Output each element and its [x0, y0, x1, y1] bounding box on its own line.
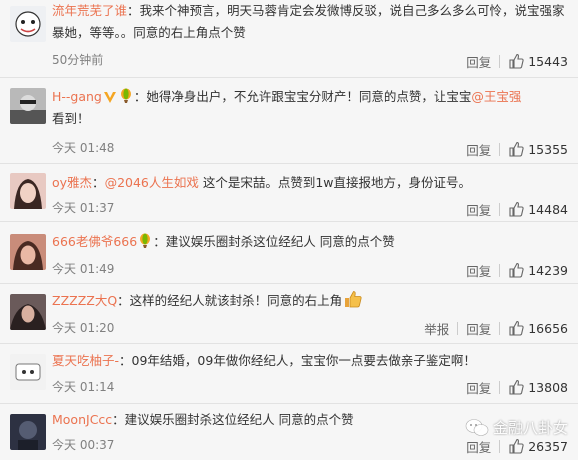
divider — [499, 142, 501, 156]
vip-v-icon — [103, 92, 116, 103]
username-link[interactable]: oy雅杰 — [52, 175, 92, 190]
comment-content: ：09年结婚，09年做你经纪人，宝宝你一点要去做亲子鉴定啊！ — [119, 353, 476, 368]
comment-content-continued: 看到！ — [52, 111, 90, 126]
reply-button[interactable]: 回复 — [466, 378, 491, 397]
watermark-text: 金融八卦女 — [492, 419, 568, 437]
username-link[interactable]: 666老佛爷666 — [52, 234, 137, 249]
timestamp: 今天 01:20 — [52, 321, 115, 335]
timestamp: 50分钟前 — [52, 53, 104, 67]
balloon-badge-icon — [120, 88, 131, 103]
comment-text: 夏天吃柚子-：09年结婚，09年做你经纪人，宝宝你一点要去做亲子鉴定啊！ — [52, 350, 568, 372]
username-link[interactable]: ZZZZZ大Q — [52, 293, 117, 308]
comment-content: ：她得净身出户，不允许跟宝宝分财产！同意的点赞，让宝宝 — [133, 89, 472, 104]
timestamp: 今天 00:37 — [52, 438, 115, 452]
divider — [457, 321, 459, 335]
avatar[interactable] — [10, 173, 46, 209]
reply-button[interactable]: 回复 — [466, 200, 491, 219]
comment-text: ZZZZZ大Q：这样的经纪人就该封杀！同意的右上角 — [52, 290, 568, 312]
like-count: 14484 — [528, 201, 568, 217]
wechat-logo-icon — [465, 418, 489, 436]
comment-text: oy雅杰：@2046人生如戏 这个是宋喆。点赞到1w直接报地方，身份证号。 — [52, 172, 568, 194]
comment-actions: 回复 15355 — [466, 140, 568, 158]
avatar[interactable] — [10, 88, 46, 124]
like-button[interactable]: 14239 — [508, 262, 568, 278]
reply-button[interactable]: 回复 — [466, 261, 491, 280]
comment-content: ：建议娱乐圈封杀这位经纪人 同意的点个赞 — [153, 234, 395, 249]
divider — [499, 263, 501, 277]
avatar[interactable] — [10, 6, 46, 42]
watermark: 金融八卦女 — [465, 417, 568, 438]
avatar[interactable] — [10, 414, 46, 450]
thumbs-up-icon — [509, 320, 524, 336]
timestamp: 今天 01:49 — [52, 262, 115, 276]
avatar[interactable] — [10, 234, 46, 270]
comment-actions: 回复 15443 — [466, 52, 568, 70]
username-link[interactable]: H--gang — [52, 89, 102, 104]
like-button[interactable]: 16656 — [508, 320, 568, 336]
thumbs-up-icon — [509, 201, 524, 217]
timestamp: 今天 01:48 — [52, 141, 115, 155]
timestamp: 今天 01:37 — [52, 201, 115, 215]
comment-item: 666老佛爷666 ：建议娱乐圈封杀这位经纪人 同意的点个赞 今天 01:49 回… — [0, 222, 578, 284]
comment-actions: 举报 回复 16656 — [424, 319, 568, 337]
thumbs-up-icon — [509, 262, 524, 278]
like-count: 16656 — [528, 320, 568, 336]
comment-content: ：我来个神预言，明天马蓉肯定会发微博反驳，说自己多么多么可怜，说宝强家暴她，等等… — [52, 3, 565, 40]
thumbs-up-icon — [509, 141, 524, 157]
comment-content: 这个是宋喆。点赞到1w直接报地方，身份证号。 — [198, 175, 472, 190]
comment-content: ： — [92, 175, 105, 190]
comment-content: ：这样的经纪人就该封杀！同意的右上角 — [117, 293, 343, 308]
like-button[interactable]: 14484 — [508, 201, 568, 217]
comment-item: oy雅杰：@2046人生如戏 这个是宋喆。点赞到1w直接报地方，身份证号。 今天… — [0, 164, 578, 222]
comment-text: 666老佛爷666 ：建议娱乐圈封杀这位经纪人 同意的点个赞 — [52, 231, 568, 253]
reply-button[interactable]: 回复 — [466, 319, 491, 338]
reply-button[interactable]: 回复 — [466, 140, 491, 159]
comment-actions: 回复 13808 — [466, 378, 568, 396]
comment-item: H--gang ：她得净身出户，不允许跟宝宝分财产！同意的点赞，让宝宝@王宝强看到… — [0, 78, 578, 164]
divider — [499, 439, 501, 453]
comment-item: ZZZZZ大Q：这样的经纪人就该封杀！同意的右上角 今天 01:20 举报 回复… — [0, 284, 578, 344]
username-link[interactable]: 夏天吃柚子- — [52, 353, 119, 368]
username-link[interactable]: MoonJCcc — [52, 412, 112, 427]
balloon-badge-icon — [140, 233, 151, 248]
comment-item: 流年荒芜了谁：我来个神预言，明天马蓉肯定会发微博反驳，说自己多么多么可怜，说宝强… — [0, 0, 578, 78]
thumbs-up-emoji-icon — [345, 291, 362, 308]
like-button[interactable]: 15443 — [508, 53, 568, 69]
like-count: 15443 — [528, 53, 568, 69]
username-link[interactable]: 流年荒芜了谁 — [52, 3, 127, 18]
reply-button[interactable]: 回复 — [466, 437, 491, 456]
divider — [499, 202, 501, 216]
like-button[interactable]: 13808 — [508, 379, 568, 395]
comment-actions: 回复 14239 — [466, 261, 568, 279]
like-count: 15355 — [528, 141, 568, 157]
mention-link[interactable]: @王宝强 — [471, 89, 521, 104]
comment-content: ：建议娱乐圈封杀这位经纪人 同意的点个赞 — [112, 412, 354, 427]
avatar[interactable] — [10, 354, 46, 390]
comment-text: 流年荒芜了谁：我来个神预言，明天马蓉肯定会发微博反驳，说自己多么多么可怜，说宝强… — [52, 0, 568, 44]
comment-actions: 回复 14484 — [466, 200, 568, 218]
divider — [499, 321, 501, 335]
like-button[interactable]: 26357 — [508, 438, 568, 454]
comment-text: H--gang ：她得净身出户，不允许跟宝宝分财产！同意的点赞，让宝宝@王宝强看到… — [52, 86, 568, 130]
comment-actions: 回复 26357 — [466, 437, 568, 455]
comment-item: 夏天吃柚子-：09年结婚，09年做你经纪人，宝宝你一点要去做亲子鉴定啊！ 今天 … — [0, 344, 578, 404]
thumbs-up-icon — [509, 438, 524, 454]
comment-feed: 流年荒芜了谁：我来个神预言，明天马蓉肯定会发微博反驳，说自己多么多么可怜，说宝强… — [0, 0, 578, 460]
report-button[interactable]: 举报 — [424, 319, 449, 338]
avatar[interactable] — [10, 294, 46, 330]
mention-link[interactable]: @2046人生如戏 — [105, 175, 199, 190]
like-count: 14239 — [528, 262, 568, 278]
thumbs-up-icon — [509, 379, 524, 395]
like-button[interactable]: 15355 — [508, 141, 568, 157]
thumbs-up-icon — [509, 53, 524, 69]
reply-button[interactable]: 回复 — [466, 52, 491, 71]
timestamp: 今天 01:14 — [52, 380, 115, 394]
divider — [499, 380, 501, 394]
like-count: 13808 — [528, 379, 568, 395]
like-count: 26357 — [528, 438, 568, 454]
divider — [499, 54, 501, 68]
